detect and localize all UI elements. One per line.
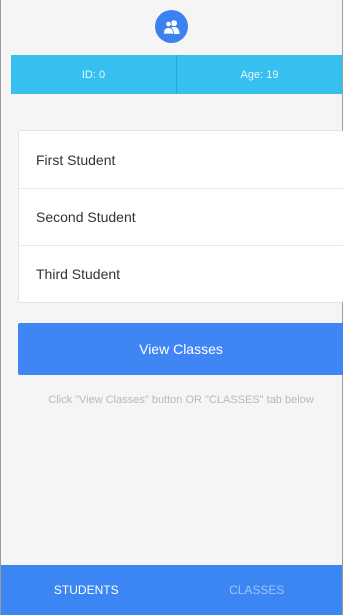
tab-students[interactable]: STUDENTS xyxy=(1,565,172,615)
student-id: ID: 0 xyxy=(81,68,106,81)
hint-text: Click "View Classes" button OR "CLASSES"… xyxy=(48,394,314,406)
list-item[interactable]: Third Student xyxy=(19,245,343,302)
list-item[interactable]: First Student xyxy=(19,131,343,188)
student-list: First Student Second Student Third Stude… xyxy=(18,130,343,303)
view-classes-button[interactable]: View Classes xyxy=(18,323,343,375)
avatar[interactable] xyxy=(155,10,188,43)
student-age: Age: 19 xyxy=(176,55,342,94)
tab-classes[interactable]: CLASSES xyxy=(172,565,343,615)
student-info-bar: ID: 0 Age: 19 xyxy=(11,55,342,94)
tab-bar: STUDENTS CLASSES xyxy=(1,565,342,615)
list-item[interactable]: Second Student xyxy=(19,188,343,245)
users-icon xyxy=(163,20,180,34)
